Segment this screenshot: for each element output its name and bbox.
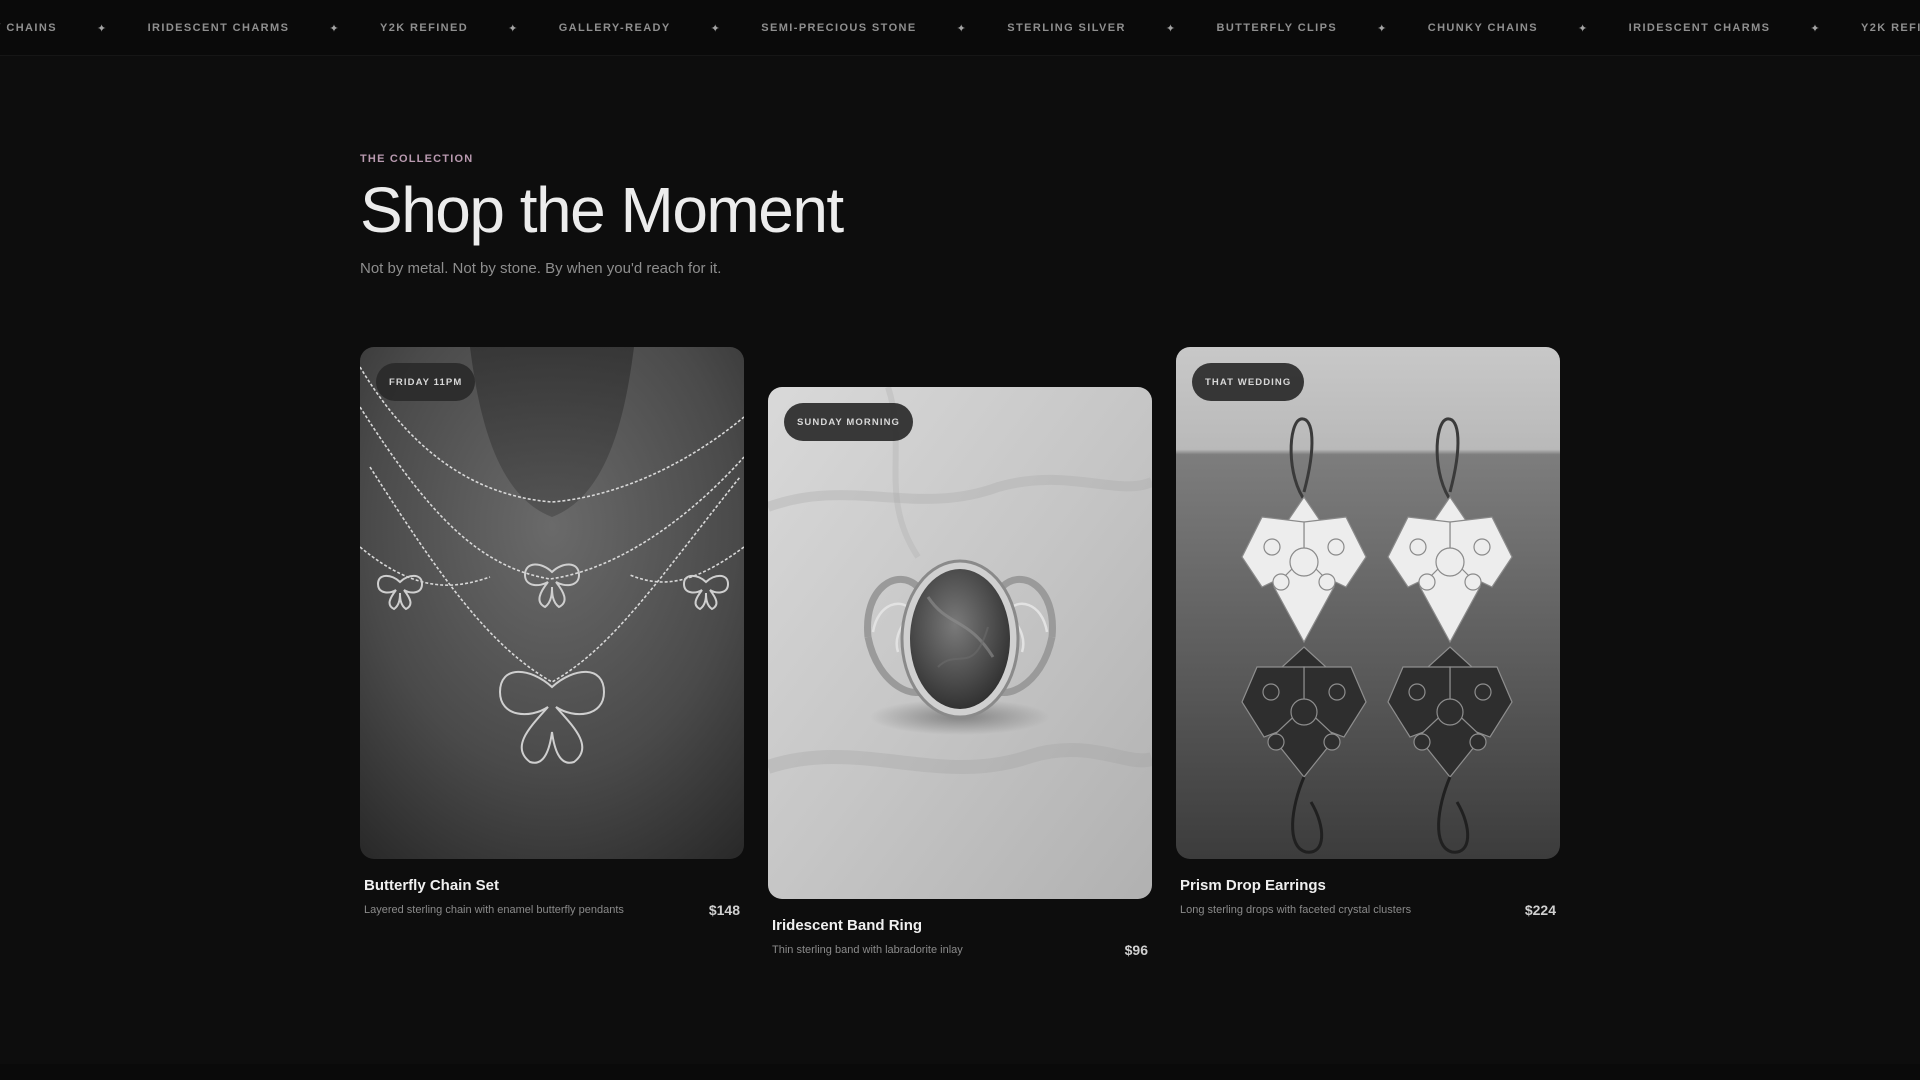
sparkle-icon: ✦ — [96, 22, 108, 35]
ticker-item: Y2K Refined✦ — [379, 22, 519, 35]
ticker-item: Sterling Silver ✦ — [1007, 22, 1177, 35]
collection-header: The Collection Shop the Moment Not by me… — [360, 153, 844, 278]
sparkle-icon: ✦ — [956, 22, 968, 35]
product-description: Long sterling drops with faceted crystal… — [1180, 904, 1412, 916]
product-card-iridescent-band-ring[interactable]: Sunday Morning Iridescent Band Ring Thin… — [768, 387, 1152, 958]
occasion-tag: Friday 11PM — [376, 363, 476, 401]
ticker-item: Gallery-Ready ✦ — [558, 22, 722, 35]
product-image-ring[interactable]: Sunday Morning — [768, 387, 1152, 899]
sparkle-icon: ✦ — [508, 22, 519, 35]
necklace-photo — [360, 347, 744, 859]
sparkle-icon: ✦ — [329, 22, 340, 35]
ticker-track: Hunky Chains✦ Iridescent Charms✦ Y2K Ref… — [0, 0, 1920, 55]
sparkle-icon: ✦ — [1810, 22, 1822, 35]
ticker-item: Y2K Refined✦ — [1861, 22, 1920, 34]
page-subtitle: Not by metal. Not by stone. By when you'… — [360, 260, 722, 278]
product-name[interactable]: Butterfly Chain Set — [364, 877, 740, 894]
product-info: Butterfly Chain Set Layered sterling cha… — [360, 877, 744, 918]
product-price: $224 — [1524, 902, 1556, 918]
product-description: Thin sterling band with labradorite inla… — [772, 944, 963, 956]
product-info: Prism Drop Earrings Long sterling drops … — [1176, 877, 1560, 918]
sparkle-icon: ✦ — [1377, 22, 1388, 35]
section-eyebrow: The Collection — [360, 153, 474, 165]
ticker-item: Hunky Chains✦ — [0, 22, 108, 35]
product-image-necklace[interactable]: Friday 11PM — [360, 347, 744, 859]
ticker-item: Butterfly Clips ✦ — [1216, 22, 1388, 35]
earrings-photo — [1176, 347, 1560, 859]
product-card-prism-drop-earrings[interactable]: That Wedding Prism Drop Earrings Long st… — [1176, 347, 1560, 918]
sparkle-icon: ✦ — [710, 22, 722, 35]
ticker-item: Chunky Chains ✦ — [1427, 22, 1589, 35]
product-name[interactable]: Iridescent Band Ring — [772, 917, 1148, 934]
product-name[interactable]: Prism Drop Earrings — [1180, 877, 1556, 894]
product-meta: Thin sterling band with labradorite inla… — [772, 942, 1148, 958]
page-title: Shop the Moment — [360, 174, 844, 246]
ticker-item: Iridescent Charms ✦ — [1628, 22, 1822, 35]
product-price: $148 — [708, 902, 740, 918]
product-card-butterfly-chain-set[interactable]: Friday 11PM Butterfly Chain Set Layered … — [360, 347, 744, 918]
footer-edge — [0, 1064, 1920, 1080]
sparkle-icon: ✦ — [1165, 22, 1177, 35]
product-meta: Layered sterling chain with enamel butte… — [364, 902, 740, 918]
product-price: $96 — [1124, 942, 1148, 958]
marquee-ticker: Hunky Chains✦ Iridescent Charms✦ Y2K Ref… — [0, 0, 1920, 56]
sparkle-icon: ✦ — [1578, 22, 1589, 35]
occasion-tag: That Wedding — [1192, 363, 1305, 401]
ticker-item: Semi-Precious Stone ✦ — [761, 22, 968, 35]
occasion-tag: Sunday Morning — [784, 403, 914, 441]
product-meta: Long sterling drops with faceted crystal… — [1180, 902, 1556, 918]
product-description: Layered sterling chain with enamel butte… — [364, 904, 624, 916]
product-image-earrings[interactable]: That Wedding — [1176, 347, 1560, 859]
product-info: Iridescent Band Ring Thin sterling band … — [768, 917, 1152, 958]
ticker-item: Iridescent Charms ✦ — [147, 22, 340, 35]
ring-photo — [768, 387, 1152, 899]
